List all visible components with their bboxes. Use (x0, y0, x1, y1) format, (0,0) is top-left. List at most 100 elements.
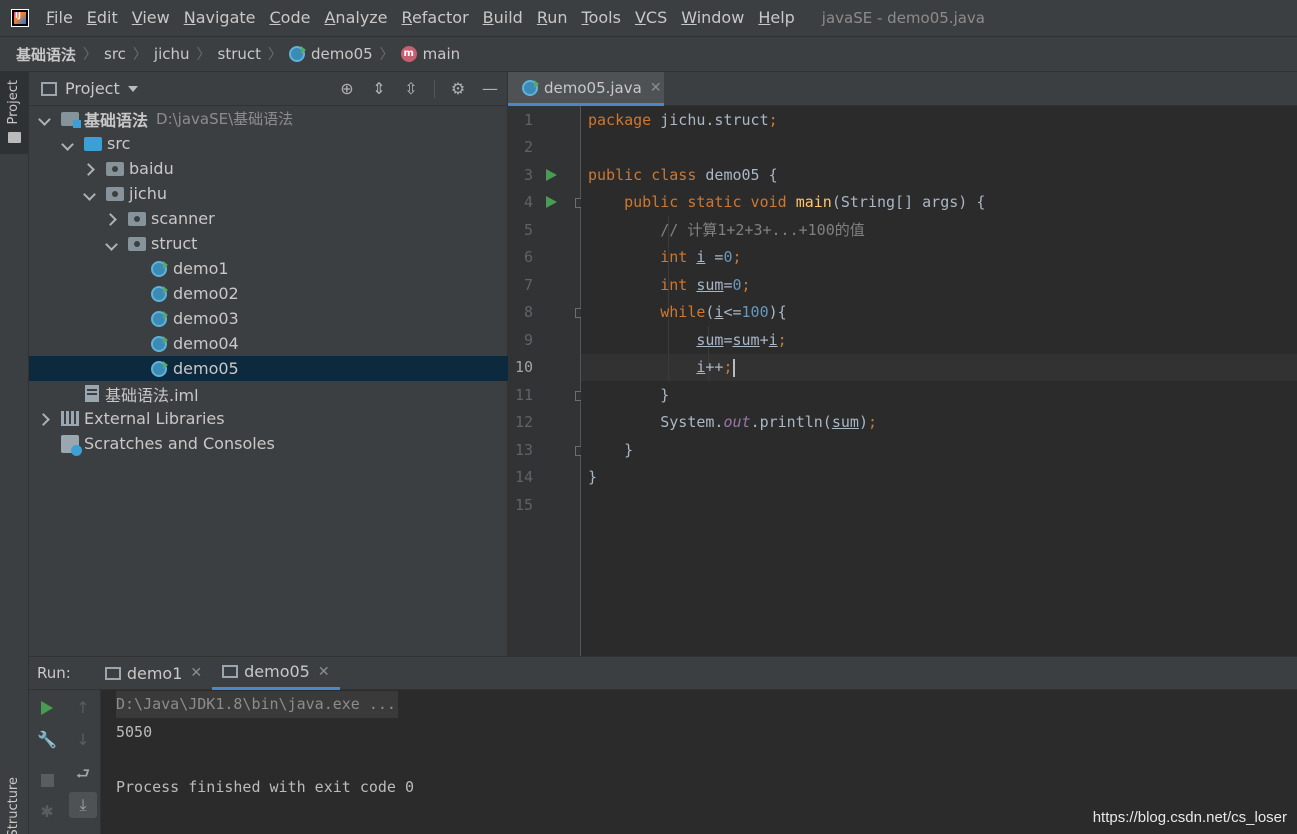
editor-gutter: 1 2 3 4 5 6 7 8 9 10 11 12 13 14 15 (508, 106, 584, 656)
chevron-down-icon[interactable] (106, 238, 118, 250)
wrench-icon[interactable]: 🔧 (37, 730, 57, 750)
chevron-right-icon[interactable] (39, 413, 51, 425)
menu-run[interactable]: Run (530, 0, 575, 36)
tree-item-label: scanner (151, 209, 215, 228)
tree-item-label: src (107, 134, 131, 153)
token: int (660, 276, 697, 294)
token: = (723, 331, 733, 349)
tree-item-label: demo04 (173, 334, 239, 353)
token: while (660, 303, 706, 321)
stop-icon[interactable] (41, 774, 54, 787)
structure-tool-button[interactable]: Structure (6, 777, 21, 834)
token: + (759, 331, 769, 349)
chevron-right-icon[interactable] (84, 163, 96, 175)
run-tab-demo1[interactable]: demo1 ✕ (95, 656, 212, 690)
menu-tools[interactable]: Tools (575, 0, 628, 36)
tree-item-label: struct (151, 234, 198, 253)
close-icon[interactable]: ✕ (650, 80, 662, 96)
locate-icon[interactable]: ⊕ (338, 80, 356, 98)
tree-item-baidu[interactable]: baidu (29, 156, 508, 181)
scratches-icon (61, 434, 82, 456)
java-class-icon (151, 285, 168, 302)
line-number: 6 (523, 248, 533, 266)
tree-item-label: Scratches and Consoles (84, 434, 275, 453)
token: (String[] args) { (831, 193, 986, 211)
run-main-icon[interactable] (546, 196, 557, 208)
breadcrumb-jichu[interactable]: jichu (154, 45, 190, 63)
arrow-up-icon[interactable]: ↑ (73, 698, 93, 718)
collapse-all-icon[interactable]: ⇳ (402, 80, 420, 98)
tree-item-scratches[interactable]: Scratches and Consoles (29, 431, 508, 456)
menu-help[interactable]: Help (751, 0, 801, 36)
tree-item-module[interactable]: 基础语法 D:\javaSE\基础语法 (29, 106, 508, 131)
tree-item-struct[interactable]: struct (29, 231, 508, 256)
project-tool-button[interactable]: Project (0, 72, 28, 154)
expand-all-icon[interactable]: ⇕ (370, 80, 388, 98)
tree-item-demo04[interactable]: demo04 (29, 331, 508, 356)
package-icon (106, 161, 124, 176)
menu-navigate[interactable]: Navigate (177, 0, 263, 36)
menu-refactor[interactable]: Refactor (395, 0, 476, 36)
rerun-icon[interactable] (41, 701, 53, 715)
tree-item-label: 基础语法.iml (105, 385, 199, 405)
tree-item-iml[interactable]: 基础语法.iml (29, 381, 508, 406)
libraries-icon (61, 411, 79, 426)
code-editor[interactable]: package jichu.struct; public class demo0… (581, 106, 1297, 656)
line-number: 4 (523, 193, 533, 211)
breadcrumb-src[interactable]: src (104, 45, 126, 63)
menu-window[interactable]: Window (674, 0, 751, 36)
gear-icon[interactable]: ⚙ (449, 80, 467, 98)
menu-edit[interactable]: Edit (80, 0, 125, 36)
minimize-icon[interactable]: — (481, 80, 499, 98)
run-class-icon[interactable] (546, 169, 557, 181)
token: sum (696, 331, 724, 349)
tree-item-scanner[interactable]: scanner (29, 206, 508, 231)
tree-item-label: baidu (129, 159, 174, 178)
tree-item-demo1[interactable]: demo1 (29, 256, 508, 281)
chevron-down-icon[interactable] (127, 85, 138, 92)
breadcrumb-demo05[interactable]: demo05 (289, 45, 373, 63)
tree-item-demo02[interactable]: demo02 (29, 281, 508, 306)
token: } (588, 468, 598, 486)
run-tab-demo05[interactable]: demo05 ✕ (212, 656, 340, 690)
chevron-right-icon[interactable] (106, 213, 118, 225)
code-line-5: // 计算1+2+3+...+100的值 (588, 217, 865, 244)
tab-demo05-java[interactable]: demo05.java ✕ (508, 72, 664, 106)
project-panel-title[interactable]: Project (65, 79, 120, 98)
scroll-to-end-icon[interactable]: ⤓ (69, 792, 97, 818)
tree-item-jichu[interactable]: jichu (29, 181, 508, 206)
tree-item-demo03[interactable]: demo03 (29, 306, 508, 331)
chevron-down-icon[interactable] (84, 188, 96, 200)
menu-vcs[interactable]: VCS (628, 0, 674, 36)
chevron-right-icon: 〉 (196, 47, 211, 63)
menu-build[interactable]: Build (476, 0, 530, 36)
watermark: https://blog.csdn.net/cs_loser (1092, 809, 1287, 826)
chevron-right-icon: 〉 (132, 47, 147, 63)
menu-code[interactable]: Code (263, 0, 318, 36)
close-icon[interactable]: ✕ (190, 665, 202, 681)
breadcrumb-struct[interactable]: struct (218, 45, 262, 63)
text-caret (732, 358, 735, 377)
chevron-down-icon[interactable] (62, 138, 74, 150)
tree-item-label: External Libraries (84, 409, 225, 428)
java-class-icon (151, 335, 168, 352)
intellij-logo-icon (11, 9, 29, 27)
token: demo05 { (705, 166, 778, 184)
chevron-down-icon[interactable] (39, 113, 51, 125)
menu-file[interactable]: File (39, 0, 80, 36)
tree-item-demo05[interactable]: demo05 (29, 356, 508, 381)
code-line-10: i++; (588, 354, 735, 381)
menu-view[interactable]: View (125, 0, 177, 36)
chevron-right-icon: 〉 (268, 47, 283, 63)
arrow-down-icon[interactable]: ↓ (73, 730, 93, 750)
breadcrumb-demo05-label: demo05 (311, 45, 373, 63)
menu-analyze[interactable]: Analyze (317, 0, 394, 36)
tree-item-src[interactable]: src (29, 131, 508, 156)
tree-item-external-libraries[interactable]: External Libraries (29, 406, 508, 431)
bug-icon[interactable]: ✱ (37, 802, 57, 822)
breadcrumb-main[interactable]: m main (400, 45, 460, 63)
close-icon[interactable]: ✕ (318, 664, 330, 680)
breadcrumb-module[interactable]: 基础语法 (16, 44, 76, 65)
java-class-icon (151, 260, 168, 277)
soft-wrap-icon[interactable]: ⮐ (73, 764, 93, 784)
